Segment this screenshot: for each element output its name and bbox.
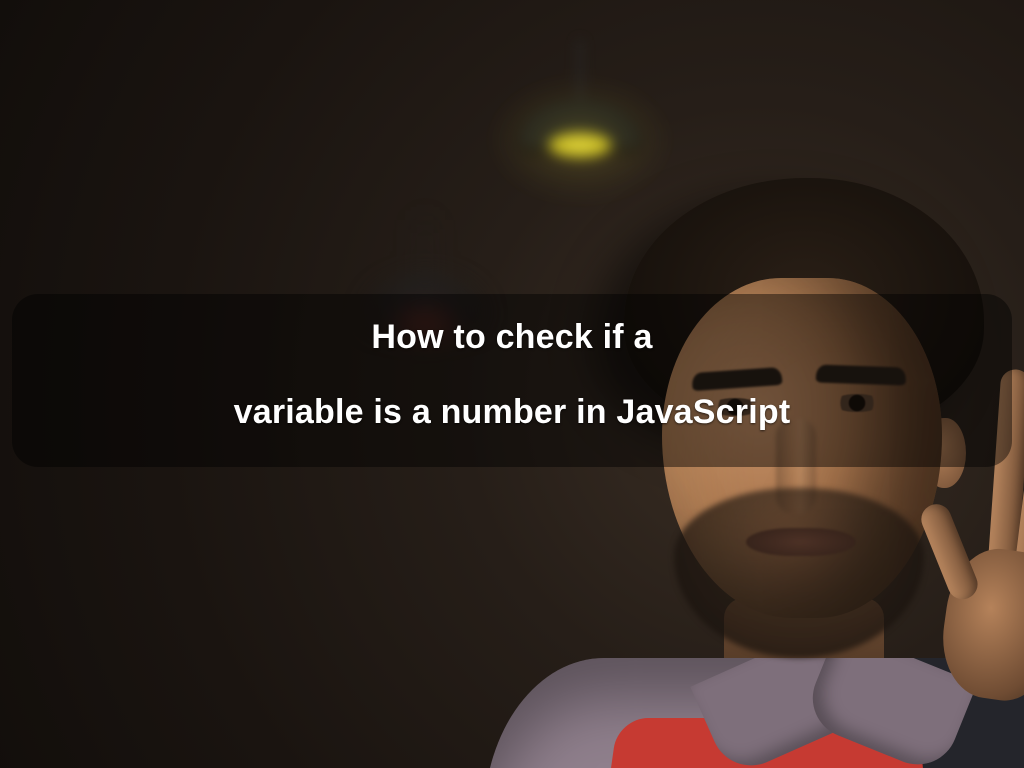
- hero-image: How to check if a variable is a number i…: [0, 0, 1024, 768]
- title-overlay: How to check if a variable is a number i…: [12, 294, 1012, 467]
- title-line-2: variable is a number in JavaScript: [36, 391, 988, 434]
- title-line-1: How to check if a: [36, 316, 988, 359]
